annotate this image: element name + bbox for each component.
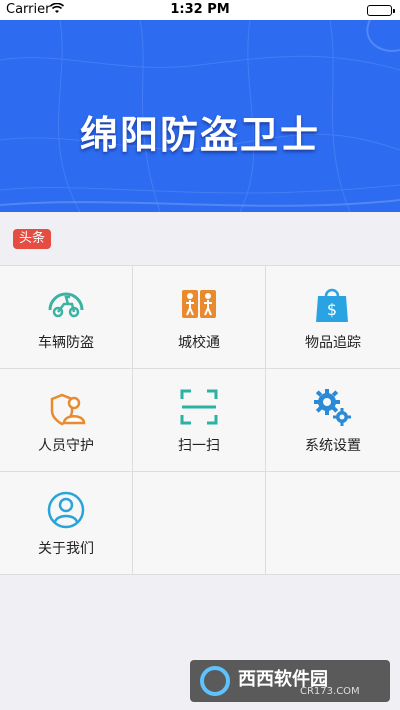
children-crossing-icon bbox=[179, 284, 219, 324]
menu-item-label: 物品追踪 bbox=[305, 335, 361, 351]
menu-item-city-school[interactable]: 城校通 bbox=[133, 266, 266, 369]
status-bar: Carrier 1:32 PM bbox=[0, 0, 400, 20]
menu-grid: 车辆防盗 城校通 $ 物品追踪 人员守护 扫一扫 系统设置 关于我们 bbox=[0, 265, 400, 575]
menu-item-scan[interactable]: 扫一扫 bbox=[133, 369, 266, 472]
headline-bar[interactable]: 头条 bbox=[0, 212, 400, 264]
menu-item-label: 扫一扫 bbox=[178, 438, 220, 454]
user-circle-icon bbox=[46, 490, 86, 530]
menu-item-label: 车辆防盗 bbox=[38, 335, 94, 351]
menu-item-person-guard[interactable]: 人员守护 bbox=[0, 369, 133, 472]
menu-item-empty bbox=[266, 472, 400, 575]
scooter-icon bbox=[46, 284, 86, 324]
menu-item-label: 人员守护 bbox=[38, 438, 94, 454]
menu-item-vehicle-antitheft[interactable]: 车辆防盗 bbox=[0, 266, 133, 369]
menu-item-label: 系统设置 bbox=[305, 438, 361, 454]
menu-item-label: 城校通 bbox=[178, 335, 220, 351]
gears-icon bbox=[312, 387, 352, 427]
header-banner: 绵阳防盗卫士 bbox=[0, 20, 400, 212]
menu-item-about-us[interactable]: 关于我们 bbox=[0, 472, 133, 575]
menu-item-item-tracking[interactable]: $ 物品追踪 bbox=[266, 266, 400, 369]
menu-item-empty bbox=[133, 472, 266, 575]
menu-item-system-settings[interactable]: 系统设置 bbox=[266, 369, 400, 472]
menu-item-label: 关于我们 bbox=[38, 541, 94, 557]
watermark-subtext: CR173.COM bbox=[300, 686, 360, 697]
status-time: 1:32 PM bbox=[170, 2, 230, 17]
watermark-logo: 西西软件园 CR173.COM bbox=[190, 660, 390, 702]
battery-icon bbox=[367, 5, 395, 16]
shopping-bag-dollar-icon: $ bbox=[312, 284, 352, 324]
scan-icon bbox=[179, 387, 219, 427]
svg-text:$: $ bbox=[327, 300, 337, 319]
banner-title: 绵阳防盗卫士 bbox=[79, 113, 320, 157]
headline-badge: 头条 bbox=[13, 229, 52, 249]
person-shield-icon bbox=[46, 387, 86, 427]
watermark-logo-icon bbox=[200, 666, 230, 696]
